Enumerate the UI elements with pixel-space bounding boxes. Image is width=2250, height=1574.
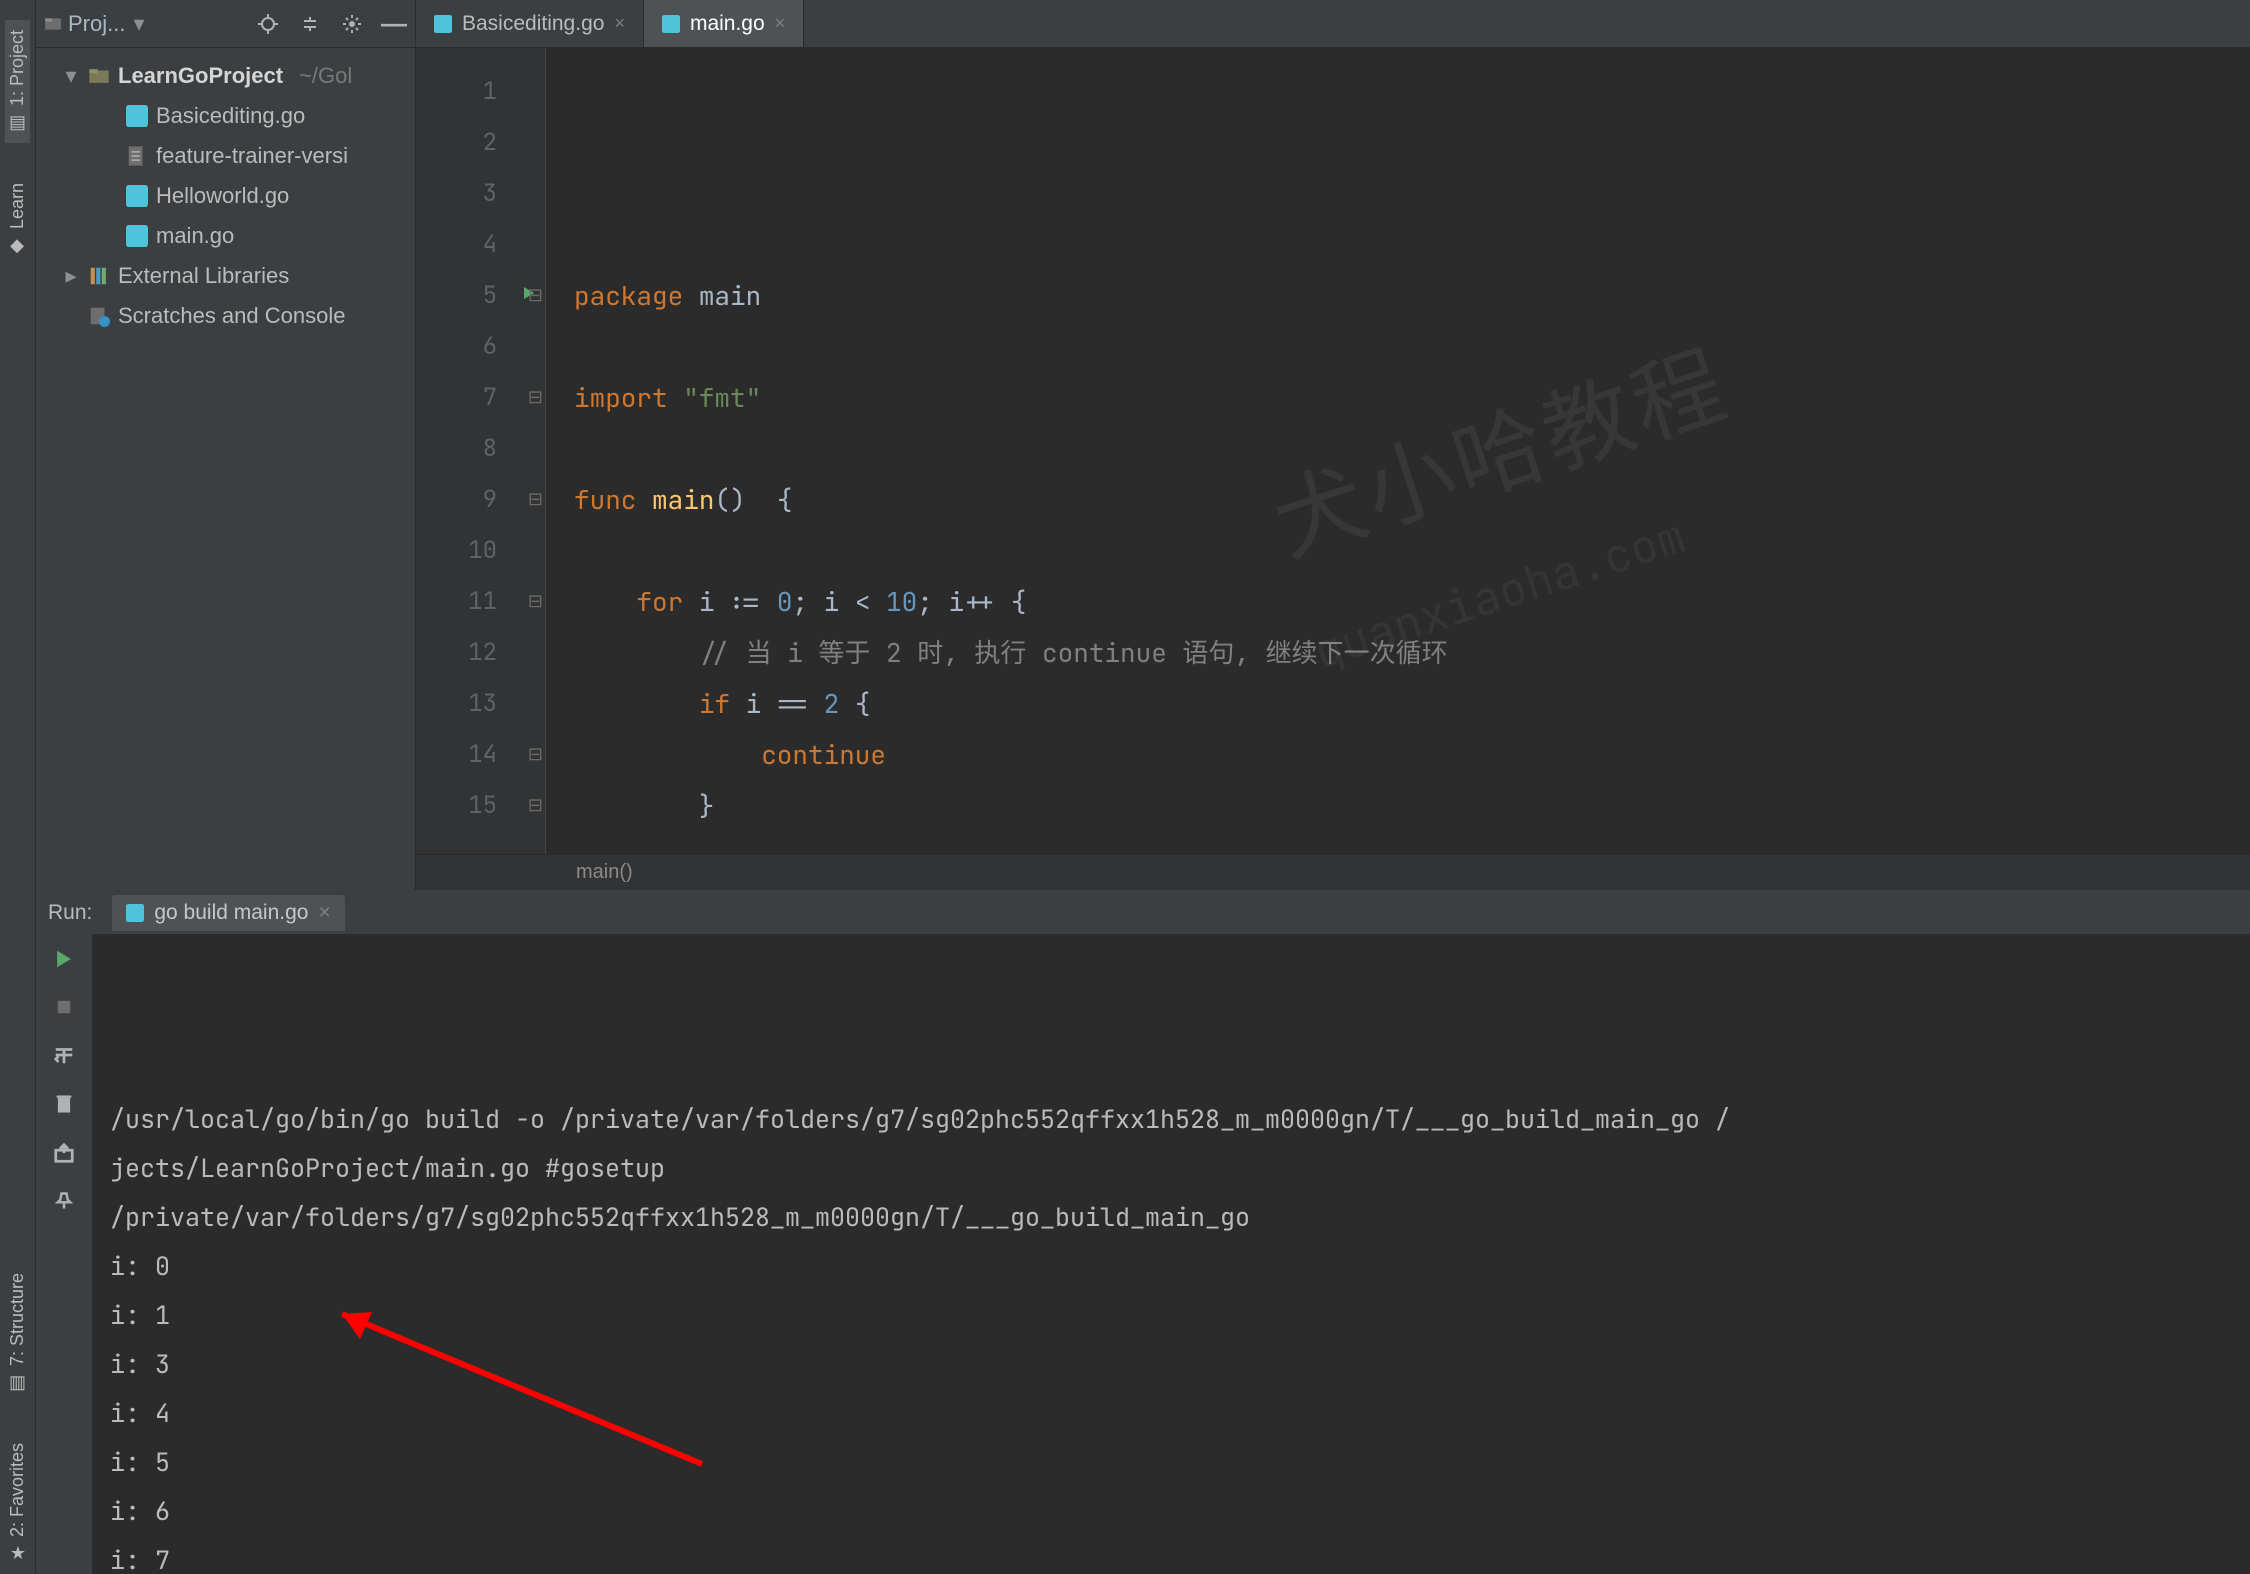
console-line: i: 5 [110, 1438, 2250, 1487]
collapse-icon[interactable] [297, 11, 323, 37]
editor-tab[interactable]: main.go× [644, 0, 804, 47]
console-line: i: 3 [110, 1340, 2250, 1389]
go-file-icon [126, 225, 148, 247]
gutter-row[interactable]: 13 [416, 678, 545, 729]
console-line: i: 6 [110, 1487, 2250, 1536]
editor-tab-bar: Basicediting.go×main.go× [416, 0, 2250, 48]
go-file-icon [126, 904, 144, 922]
sidebar-tab-project[interactable]: ▤1: Project [5, 20, 30, 143]
project-tool-window: Proj...▾ — ▾ LearnGoProject ~/Gol Ba [36, 0, 416, 890]
scratches-icon [88, 305, 110, 327]
tree-file[interactable]: feature-trainer-versi [44, 136, 415, 176]
project-view-dropdown[interactable]: Proj...▾ [44, 11, 145, 37]
code-line[interactable] [574, 831, 2250, 854]
gutter-row[interactable]: 4 [416, 219, 545, 270]
left-tool-strip: ▤1: Project ◆Learn ▥7: Structure ★2: Fav… [0, 0, 36, 1574]
console-line: /private/var/folders/g7/sg02phc552qffxx1… [110, 1193, 2250, 1242]
text-file-icon [126, 145, 148, 167]
delete-icon[interactable] [54, 1093, 74, 1120]
close-icon[interactable]: × [775, 13, 786, 34]
go-file-icon [662, 15, 680, 33]
run-label: Run: [48, 901, 92, 925]
code-line[interactable]: for i := 0; i < 10; i++ { [574, 576, 2250, 627]
gutter-row[interactable]: 8 [416, 423, 545, 474]
export-icon[interactable] [53, 1142, 75, 1169]
gutter-row[interactable]: 10 [416, 525, 545, 576]
code-line[interactable] [574, 321, 2250, 372]
gutter-row[interactable]: 11⊟ [416, 576, 545, 627]
fold-icon[interactable]: ⊟ [528, 591, 543, 612]
tree-file[interactable]: main.go [44, 216, 415, 256]
go-file-icon [126, 105, 148, 127]
code-line[interactable]: package main [574, 270, 2250, 321]
code-line[interactable]: // 当 i 等于 2 时, 执行 continue 语句, 继续下一次循环 [574, 627, 2250, 678]
run-toolbar [36, 934, 92, 1574]
code-line[interactable]: } [574, 780, 2250, 831]
rerun-icon[interactable] [53, 948, 75, 975]
editor-area: Basicediting.go×main.go× 12345⊟67⊟89⊟101… [416, 0, 2250, 890]
tree-file[interactable]: Helloworld.go [44, 176, 415, 216]
sidebar-tab-learn[interactable]: ◆Learn [5, 173, 30, 266]
gutter-row[interactable]: 14⊟ [416, 729, 545, 780]
gutter-row[interactable]: 7⊟ [416, 372, 545, 423]
gutter-row[interactable]: 15⊟ [416, 780, 545, 831]
tree-project-root[interactable]: ▾ LearnGoProject ~/Gol [44, 56, 415, 96]
run-console[interactable]: /usr/local/go/bin/go build -o /private/v… [92, 934, 2250, 1574]
code-line[interactable]: import "fmt" [574, 372, 2250, 423]
tree-file[interactable]: Basicediting.go [44, 96, 415, 136]
gutter-row[interactable]: 12 [416, 627, 545, 678]
go-file-icon [126, 185, 148, 207]
code-line[interactable] [574, 525, 2250, 576]
fold-icon[interactable]: ⊟ [528, 285, 543, 306]
console-line: i: 1 [110, 1291, 2250, 1340]
chevron-down-icon[interactable]: ▾ [62, 56, 80, 96]
code-line[interactable]: func main() { [574, 474, 2250, 525]
run-config-tab[interactable]: go build main.go × [112, 895, 344, 931]
gutter-row[interactable]: 9⊟ [416, 474, 545, 525]
close-icon[interactable]: × [318, 901, 330, 925]
project-toolbar: Proj...▾ — [36, 0, 415, 48]
code-line[interactable]: continue [574, 729, 2250, 780]
library-icon [88, 265, 110, 287]
go-file-icon [434, 15, 452, 33]
code-editor[interactable]: 犬小哈教程 quanxiaoha.com package main import… [546, 48, 2250, 854]
code-line[interactable] [574, 423, 2250, 474]
gutter-row[interactable]: 5⊟ [416, 270, 545, 321]
project-icon [44, 15, 62, 33]
fold-icon[interactable]: ⊟ [528, 489, 543, 510]
tree-external-libraries[interactable]: ▸ External Libraries [44, 256, 415, 296]
close-icon[interactable]: × [614, 13, 625, 34]
fold-icon[interactable]: ⊟ [528, 744, 543, 765]
editor-gutter: 12345⊟67⊟89⊟1011⊟121314⊟15⊟ [416, 48, 546, 854]
console-line: i: 0 [110, 1242, 2250, 1291]
gutter-row[interactable]: 6 [416, 321, 545, 372]
sidebar-tab-structure[interactable]: ▥7: Structure [5, 1263, 30, 1403]
stop-icon[interactable] [54, 997, 74, 1022]
gutter-row[interactable]: 3 [416, 168, 545, 219]
folder-icon [88, 65, 110, 87]
fold-icon[interactable]: ⊟ [528, 387, 543, 408]
chevron-right-icon[interactable]: ▸ [62, 256, 80, 296]
tree-scratches[interactable]: Scratches and Console [44, 296, 415, 336]
fold-icon[interactable]: ⊟ [528, 795, 543, 816]
console-line: jects/LearnGoProject/main.go #gosetup [110, 1144, 2250, 1193]
editor-tab[interactable]: Basicediting.go× [416, 0, 644, 47]
pin-icon[interactable] [54, 1191, 74, 1216]
locate-icon[interactable] [255, 11, 281, 37]
run-header: Run: go build main.go × [36, 892, 2250, 934]
project-tree: ▾ LearnGoProject ~/Gol Basicediting.gofe… [36, 48, 415, 336]
hide-icon[interactable]: — [381, 11, 407, 37]
console-line: /usr/local/go/bin/go build -o /private/v… [110, 1095, 2250, 1144]
layout-icon[interactable] [53, 1044, 75, 1071]
console-line: i: 7 [110, 1536, 2250, 1574]
console-line: i: 4 [110, 1389, 2250, 1438]
gutter-row[interactable]: 1 [416, 66, 545, 117]
run-tool-window: Run: go build main.go × [36, 890, 2250, 1574]
sidebar-tab-favorites[interactable]: ★2: Favorites [5, 1433, 30, 1574]
settings-icon[interactable] [339, 11, 365, 37]
editor-breadcrumb[interactable]: main() [416, 854, 2250, 890]
code-line[interactable]: if i == 2 { [574, 678, 2250, 729]
gutter-row[interactable]: 2 [416, 117, 545, 168]
